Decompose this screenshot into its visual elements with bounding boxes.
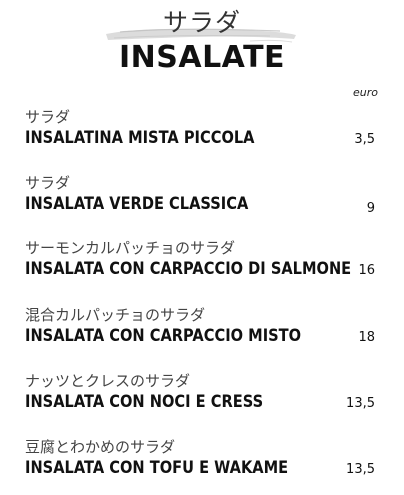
menu-item: サラダ INSALATINA MISTA PICCOLA 3,5 xyxy=(25,106,377,158)
menu-item: 混合カルパッチョのサラダ INSALATA CON CARPACCIO MIST… xyxy=(25,304,377,356)
item-name: INSALATA CON NOCI E CRESS xyxy=(25,392,264,412)
item-price: 13,5 xyxy=(346,462,375,477)
item-name: INSALATA CON CARPACCIO MISTO xyxy=(25,326,302,346)
item-name-japanese: サラダ xyxy=(25,174,71,192)
menu-item: 豆腐とわかめのサラダ INSALATA CON TOFU E WAKAME 13… xyxy=(25,436,377,488)
section-title-japanese: サラダ xyxy=(162,8,241,37)
menu-item: サラダ INSALATA VERDE CLASSICA 9 xyxy=(25,172,377,224)
item-name: INSALATINA MISTA PICCOLA xyxy=(25,128,255,148)
item-name-japanese: サラダ xyxy=(25,108,71,126)
currency-label: euro xyxy=(353,86,378,99)
item-name-japanese: サーモンカルパッチョのサラダ xyxy=(25,239,236,257)
menu-header: サラダ INSALATE xyxy=(0,0,404,90)
item-price: 16 xyxy=(358,263,375,278)
item-name-japanese: 豆腐とわかめのサラダ xyxy=(25,438,176,456)
item-name: INSALATA VERDE CLASSICA xyxy=(25,194,249,214)
section-title: INSALATE xyxy=(118,40,286,75)
item-price: 3,5 xyxy=(354,132,375,147)
item-name: INSALATA CON CARPACCIO DI SALMONE xyxy=(25,259,352,279)
item-name-japanese: 混合カルパッチョのサラダ xyxy=(25,306,206,324)
item-price: 9 xyxy=(366,201,375,216)
menu-item: ナッツとクレスのサラダ INSALATA CON NOCI E CRESS 13… xyxy=(25,370,377,422)
item-price: 18 xyxy=(358,330,375,345)
item-name: INSALATA CON TOFU E WAKAME xyxy=(25,458,289,478)
item-name-japanese: ナッツとクレスのサラダ xyxy=(25,372,191,390)
menu-item: サーモンカルパッチョのサラダ INSALATA CON CARPACCIO DI… xyxy=(25,237,377,289)
item-price: 13,5 xyxy=(346,396,375,411)
